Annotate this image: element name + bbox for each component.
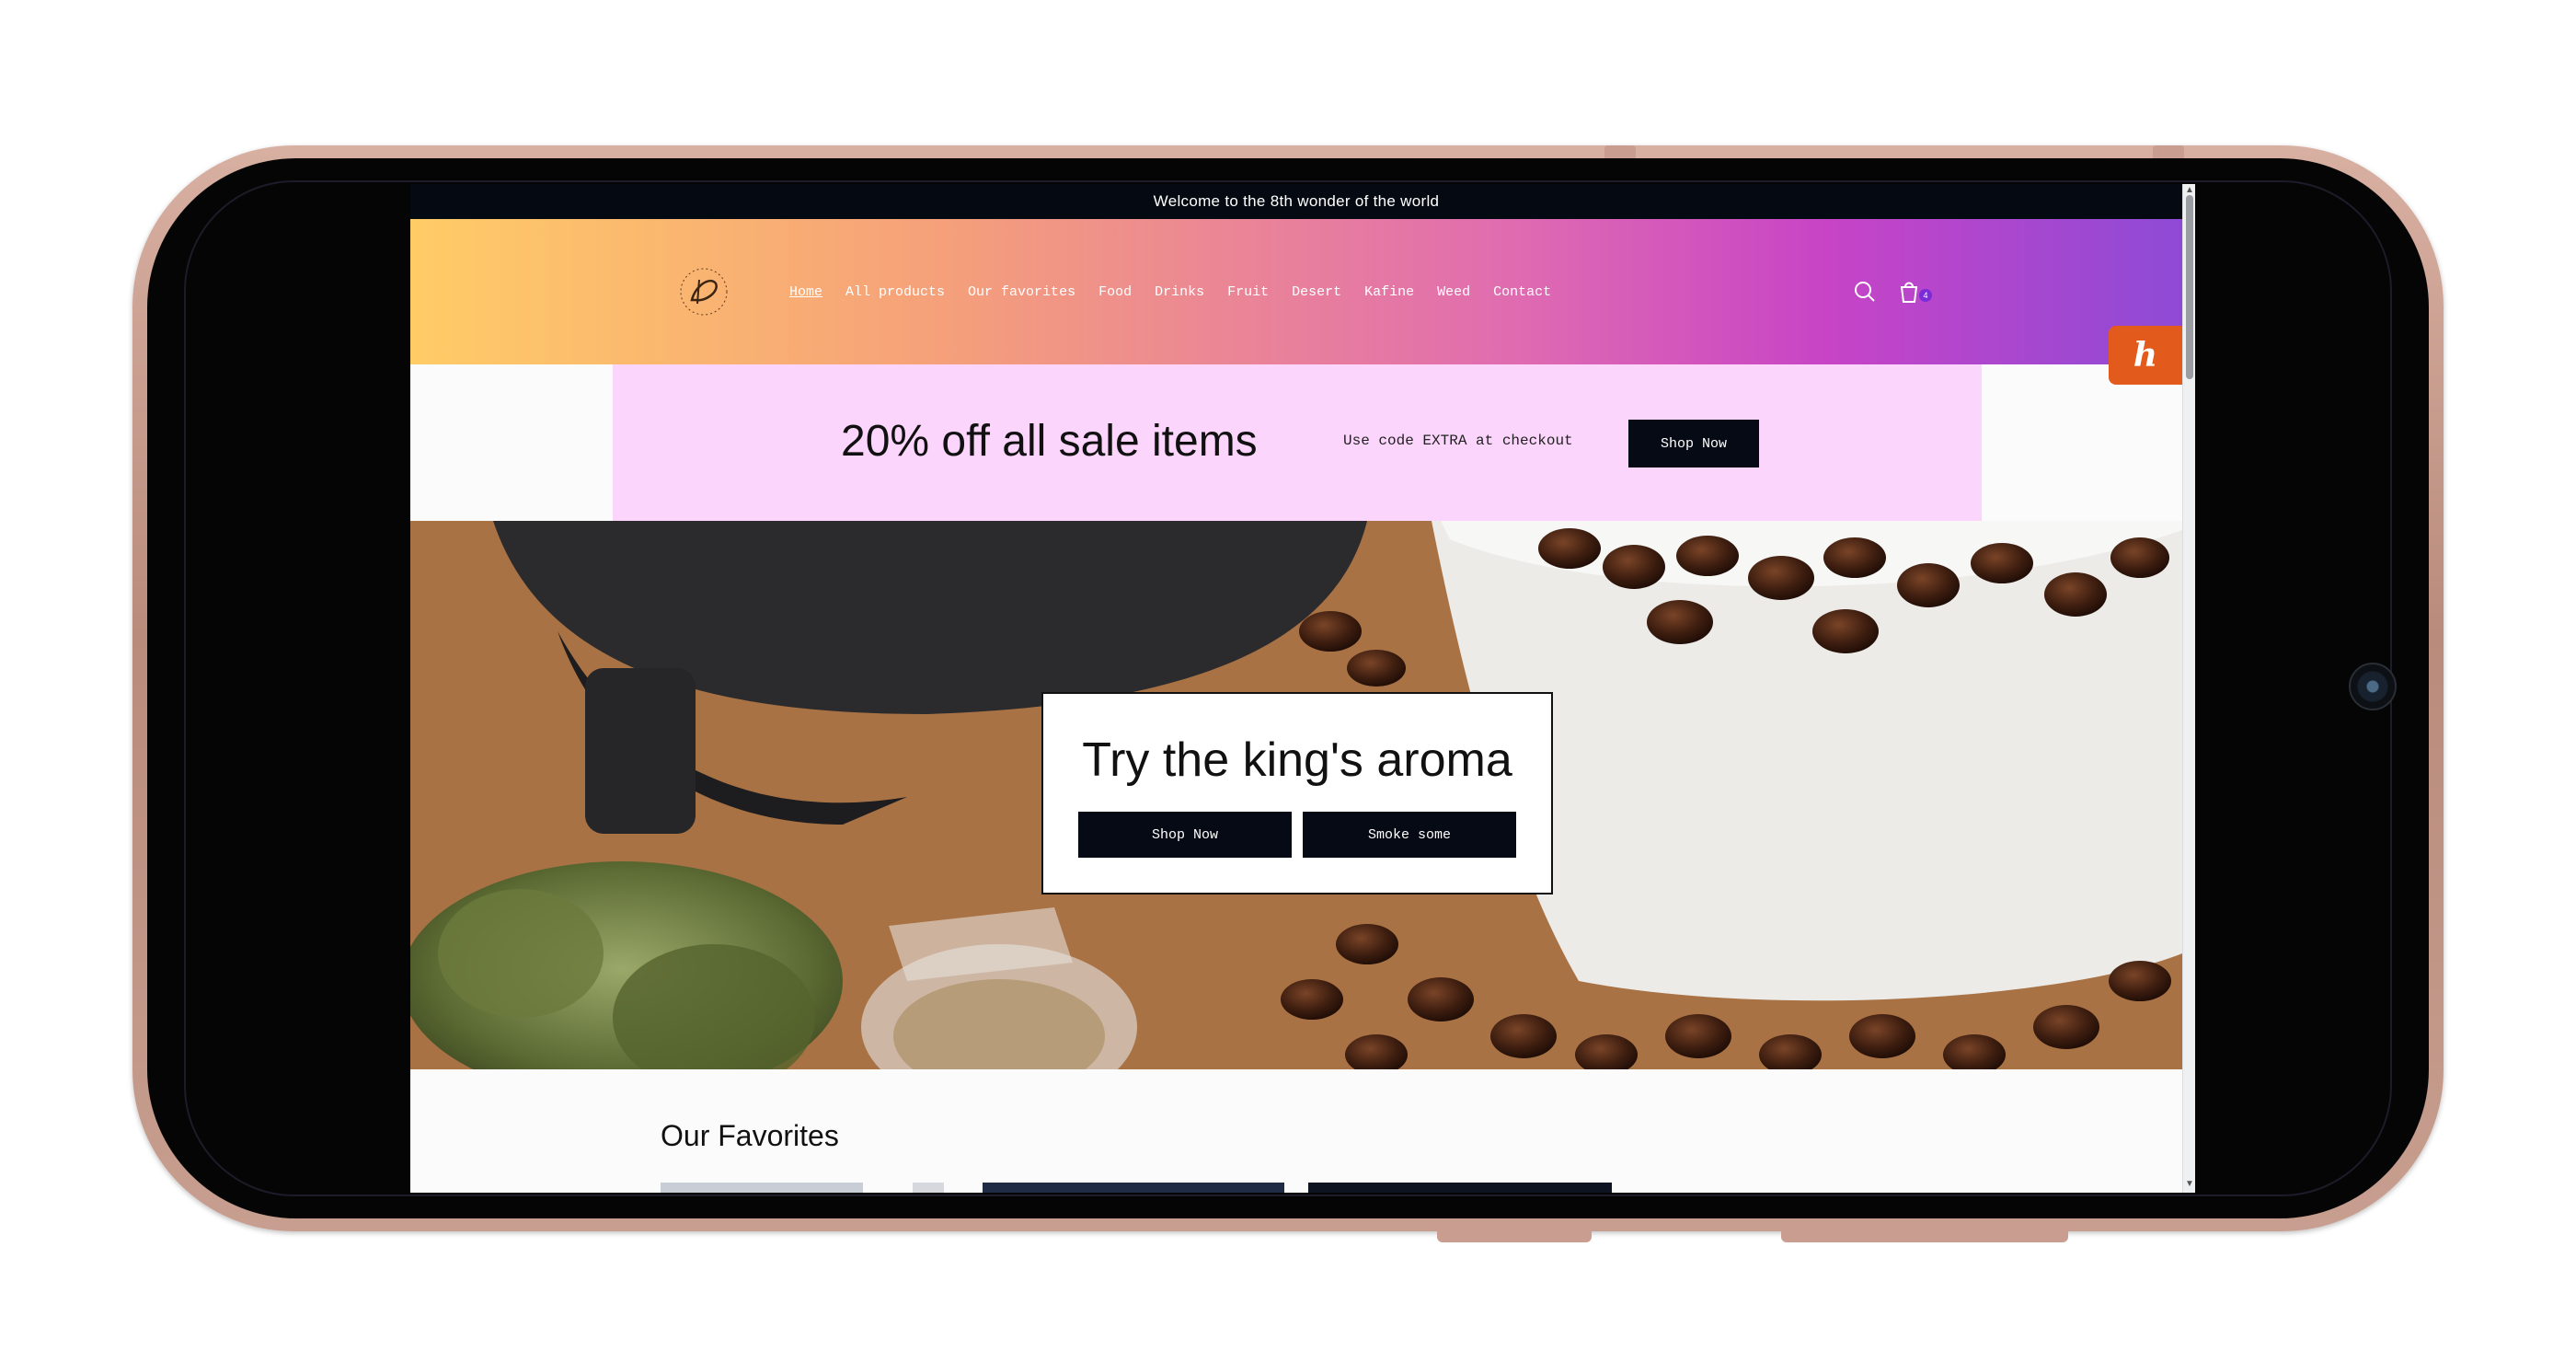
scrollbar[interactable]: ▲ ▼	[2182, 184, 2195, 1193]
announcement-bar: Welcome to the 8th wonder of the world	[410, 184, 2182, 219]
nav-home[interactable]: Home	[789, 284, 822, 300]
hero-banner: Try the king's aroma Shop Now Smoke some	[410, 521, 2182, 1069]
product-card[interactable]	[661, 1183, 863, 1193]
camera-icon	[2349, 663, 2397, 710]
nav-contact[interactable]: Contact	[1493, 284, 1551, 300]
promo-code-text: Use code EXTRA at checkout	[1343, 433, 1573, 449]
hero-shop-now-button[interactable]: Shop Now	[1078, 812, 1292, 858]
extension-badge[interactable]: h	[2109, 326, 2182, 385]
hero-title: Try the king's aroma	[1082, 733, 1512, 787]
search-icon[interactable]	[1849, 276, 1880, 307]
nav-food[interactable]: Food	[1098, 284, 1132, 300]
promo-banner: 20% off all sale items Use code EXTRA at…	[613, 364, 1982, 521]
product-card[interactable]	[1308, 1183, 1612, 1193]
hero-smoke-some-button[interactable]: Smoke some	[1303, 812, 1516, 858]
browser-screen: Welcome to the 8th wonder of the world H…	[410, 184, 2195, 1193]
main-nav: Home All products Our favorites Food Dri…	[789, 219, 1574, 364]
nav-drinks[interactable]: Drinks	[1155, 284, 1204, 300]
hero-card: Try the king's aroma Shop Now Smoke some	[1041, 692, 1553, 895]
cart-count-badge: 4	[1919, 289, 1932, 302]
product-card[interactable]	[983, 1183, 1284, 1193]
phone-volume-button	[1437, 1224, 1592, 1242]
logo[interactable]	[679, 267, 729, 317]
nav-kafine[interactable]: Kafine	[1364, 284, 1414, 300]
site-header: Home All products Our favorites Food Dri…	[410, 219, 2182, 364]
nav-fruit[interactable]: Fruit	[1227, 284, 1269, 300]
scroll-thumb[interactable]	[2186, 195, 2193, 379]
scroll-up-icon[interactable]: ▲	[2185, 186, 2194, 195]
promo-headline: 20% off all sale items	[841, 417, 1258, 466]
phone-power-button	[1781, 1224, 2068, 1242]
nav-weed[interactable]: Weed	[1437, 284, 1470, 300]
nav-our-favorites[interactable]: Our favorites	[968, 284, 1075, 300]
favorites-heading: Our Favorites	[661, 1119, 839, 1152]
nav-desert[interactable]: Desert	[1292, 284, 1341, 300]
product-card[interactable]	[913, 1183, 944, 1193]
nav-all-products[interactable]: All products	[845, 284, 945, 300]
promo-shop-now-button[interactable]: Shop Now	[1628, 420, 1759, 467]
scroll-down-icon[interactable]: ▼	[2185, 1180, 2194, 1189]
